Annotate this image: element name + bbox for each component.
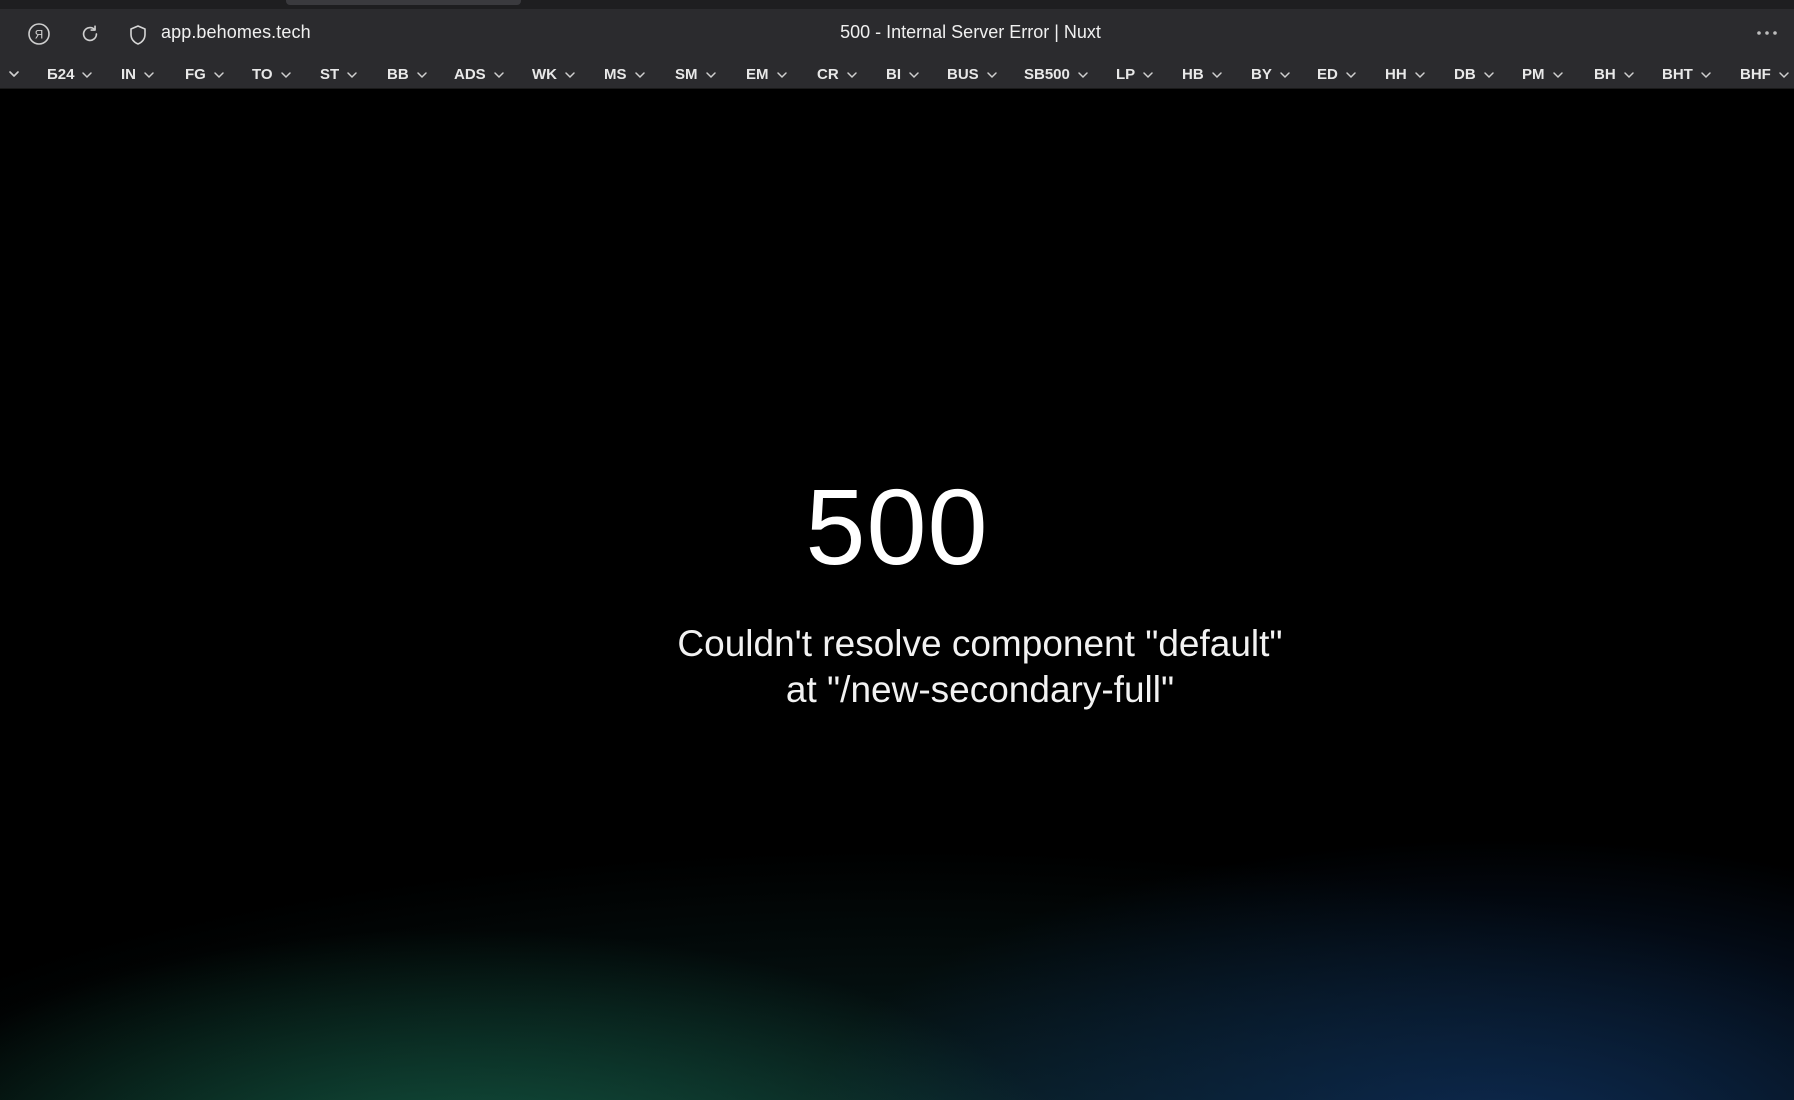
more-options-icon[interactable] xyxy=(1752,21,1782,45)
bookmark-label: ED xyxy=(1317,65,1338,83)
bookmark-label: BI xyxy=(886,65,901,83)
browser-chrome: Я app.behomes.tech 500 - Internal Server… xyxy=(0,0,1794,89)
bookmark-folder-bhf[interactable]: BHF xyxy=(1740,63,1790,85)
bookmark-folder-sm[interactable]: SM xyxy=(675,63,717,85)
bookmark-folder-by[interactable]: BY xyxy=(1251,63,1291,85)
chevron-down-icon xyxy=(1483,66,1495,83)
error-code: 500 xyxy=(805,466,989,587)
bookmark-folder-pm[interactable]: PM xyxy=(1522,63,1564,85)
bookmark-label: DB xyxy=(1454,65,1476,83)
active-tab[interactable] xyxy=(286,0,521,5)
bookmark-label: ST xyxy=(320,65,340,83)
chevron-down-icon xyxy=(143,66,155,83)
bookmark-label: EM xyxy=(746,65,769,83)
bookmark-folder-ms[interactable]: MS xyxy=(604,63,646,85)
chevron-down-icon xyxy=(846,66,858,83)
chevron-down-icon xyxy=(564,66,576,83)
bookmark-label: BHF xyxy=(1740,65,1771,83)
chevron-down-icon xyxy=(1778,66,1790,83)
bookmark-label: BH xyxy=(1594,65,1616,83)
bookmark-folder-bh[interactable]: BH xyxy=(1594,63,1635,85)
bookmark-label: MS xyxy=(604,65,627,83)
chevron-down-icon xyxy=(1414,66,1426,83)
bookmark-folder-lp[interactable]: LP xyxy=(1116,63,1154,85)
bookmark-label: TO xyxy=(252,65,273,83)
chevron-down-icon xyxy=(776,66,788,83)
chevron-down-icon xyxy=(81,66,93,83)
bookmark-folder-ads[interactable]: ADS xyxy=(454,63,505,85)
chevron-down-icon xyxy=(705,66,717,83)
bookmark-label: LP xyxy=(1116,65,1136,83)
bookmark-folder-ed[interactable]: ED xyxy=(1317,63,1357,85)
bookmark-label: SM xyxy=(675,65,698,83)
bookmark-folder-hb[interactable]: HB xyxy=(1182,63,1223,85)
bookmark-label: IN xyxy=(121,65,136,83)
chevron-down-icon xyxy=(346,66,358,83)
bookmark-label: Б24 xyxy=(47,65,75,83)
bookmark-folder-bht[interactable]: BHT xyxy=(1662,63,1712,85)
chevron-down-icon xyxy=(1077,66,1089,83)
chevron-down-icon xyxy=(1552,66,1564,83)
bookmark-label: HB xyxy=(1182,65,1204,83)
chevron-down-icon xyxy=(1345,66,1357,83)
bookmark-folder-sb500[interactable]: SB500 xyxy=(1024,63,1089,85)
bookmark-label: BUS xyxy=(947,65,979,83)
bookmark-label: WK xyxy=(532,65,557,83)
error-message: Couldn't resolve component "default" at … xyxy=(677,623,1283,710)
bookmark-label: SB500 xyxy=(1024,65,1070,83)
bookmark-folder-bb[interactable]: BB xyxy=(387,63,428,85)
bookmark-folder-db[interactable]: DB xyxy=(1454,63,1495,85)
bookmark-label: PM xyxy=(1522,65,1545,83)
address-bar: Я app.behomes.tech 500 - Internal Server… xyxy=(0,9,1794,59)
bookmark-label: BB xyxy=(387,65,409,83)
chevron-down-icon xyxy=(1211,66,1223,83)
bookmark-folder-b24[interactable]: Б24 xyxy=(47,63,93,85)
bookmark-label: FG xyxy=(185,65,206,83)
bookmark-folder-hh[interactable]: HH xyxy=(1385,63,1426,85)
bookmarks-bar: Б24 IN FG TO ST BB ADS WK MS SM EM CR BI… xyxy=(0,59,1794,89)
chevron-down-icon xyxy=(416,66,428,83)
bookmark-label: BY xyxy=(1251,65,1272,83)
chevron-down-icon xyxy=(1700,66,1712,83)
bookmarks-overflow-chevron-icon[interactable] xyxy=(6,66,22,82)
bookmark-folder-st[interactable]: ST xyxy=(320,63,358,85)
bookmark-folder-in[interactable]: IN xyxy=(121,63,155,85)
bookmark-folder-cr[interactable]: CR xyxy=(817,63,858,85)
tab-strip xyxy=(0,0,1794,9)
bookmark-folder-em[interactable]: EM xyxy=(746,63,788,85)
bookmark-folder-fg[interactable]: FG xyxy=(185,63,225,85)
chevron-down-icon xyxy=(986,66,998,83)
bookmark-label: ADS xyxy=(454,65,486,83)
bookmark-folder-wk[interactable]: WK xyxy=(532,63,576,85)
page-title: 500 - Internal Server Error | Nuxt xyxy=(840,22,1101,42)
page-content: 500 Couldn't resolve component "default"… xyxy=(0,89,1794,1100)
bookmark-folder-bus[interactable]: BUS xyxy=(947,63,998,85)
chevron-down-icon xyxy=(1623,66,1635,83)
chevron-down-icon xyxy=(213,66,225,83)
chevron-down-icon xyxy=(1142,66,1154,83)
bookmark-folder-to[interactable]: TO xyxy=(252,63,292,85)
chevron-down-icon xyxy=(908,66,920,83)
chevron-down-icon xyxy=(634,66,646,83)
chevron-down-icon xyxy=(493,66,505,83)
bookmark-label: CR xyxy=(817,65,839,83)
chevron-down-icon xyxy=(1279,66,1291,83)
bookmark-label: BHT xyxy=(1662,65,1693,83)
bookmark-label: HH xyxy=(1385,65,1407,83)
bookmark-folder-bi[interactable]: BI xyxy=(886,63,920,85)
chevron-down-icon xyxy=(280,66,292,83)
